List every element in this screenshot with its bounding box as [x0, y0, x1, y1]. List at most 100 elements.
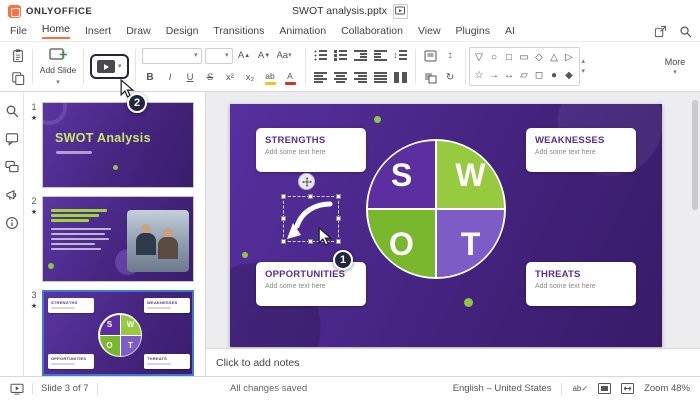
- language-selector[interactable]: English – United States: [453, 383, 552, 394]
- menu-plugins[interactable]: Plugins: [456, 25, 490, 39]
- shape-rectangle-icon[interactable]: ▭: [519, 53, 528, 63]
- selection-handle[interactable]: [336, 239, 341, 244]
- menu-design[interactable]: Design: [166, 25, 199, 39]
- chat-icon[interactable]: [4, 160, 19, 174]
- menu-insert[interactable]: Insert: [85, 25, 111, 39]
- feedback-icon[interactable]: [5, 188, 19, 202]
- selection-handle[interactable]: [336, 216, 341, 221]
- quadrant-strengths[interactable]: S: [368, 141, 435, 208]
- dropdown-chevron-icon[interactable]: ▾: [118, 63, 122, 70]
- fit-width-icon[interactable]: [621, 383, 635, 394]
- shapes-gallery[interactable]: ▽ ○ □ ▭ ◇ △ ▷ ☆ → ↔ ▱ ◻ ● ◆: [468, 47, 580, 86]
- find-icon[interactable]: [5, 104, 19, 118]
- strikethrough-button[interactable]: S: [202, 69, 219, 86]
- gallery-scroll-up-icon[interactable]: ▴: [582, 58, 586, 65]
- align-center-icon[interactable]: [332, 69, 349, 86]
- selection-handle[interactable]: [281, 239, 286, 244]
- shape-arrow-icon[interactable]: →: [489, 71, 499, 81]
- columns-icon[interactable]: [392, 69, 409, 86]
- rotate-shape-icon[interactable]: ↻: [442, 69, 459, 86]
- menu-ai[interactable]: AI: [505, 25, 515, 39]
- spellcheck-icon[interactable]: ab✓: [572, 384, 588, 393]
- selection-handle[interactable]: [336, 194, 341, 199]
- move-shape-icon[interactable]: [298, 173, 315, 190]
- menu-transitions[interactable]: Transitions: [213, 25, 264, 39]
- selection-handle[interactable]: [281, 216, 286, 221]
- zoom-control[interactable]: Zoom 48%: [644, 383, 690, 394]
- italic-button[interactable]: I: [162, 69, 179, 86]
- about-icon[interactable]: [5, 216, 19, 230]
- menu-file[interactable]: File: [10, 25, 27, 39]
- comments-icon[interactable]: [5, 132, 19, 146]
- shape-double-arrow-icon[interactable]: ↔: [504, 71, 514, 81]
- shape-diamond-filled-icon[interactable]: ◆: [565, 71, 573, 81]
- more-button[interactable]: More ▾: [656, 45, 694, 88]
- slide-2-thumbnail[interactable]: [42, 196, 194, 282]
- align-justify-icon[interactable]: [372, 69, 389, 86]
- shape-parallelogram-icon[interactable]: ▱: [520, 71, 528, 81]
- menu-animation[interactable]: Animation: [279, 25, 326, 39]
- notes-placeholder[interactable]: Click to add notes: [216, 357, 299, 369]
- vertical-align-icon[interactable]: [422, 47, 439, 64]
- shape-circle-icon[interactable]: ○: [491, 53, 497, 63]
- shape-dot-icon[interactable]: ●: [551, 71, 557, 81]
- copy-icon[interactable]: [9, 69, 26, 86]
- increase-indent-icon[interactable]: [372, 47, 389, 64]
- line-spacing-icon[interactable]: ↕: [392, 47, 409, 64]
- shape-square-outline-icon[interactable]: ◻: [535, 71, 543, 81]
- add-slide-button[interactable]: Add Slide ▾: [36, 45, 80, 88]
- menu-view[interactable]: View: [418, 25, 441, 39]
- shape-square-icon[interactable]: □: [506, 53, 512, 63]
- shape-triangle-down-icon[interactable]: ▽: [475, 53, 483, 63]
- menu-collaboration[interactable]: Collaboration: [341, 25, 403, 39]
- gallery-scroll-down-icon[interactable]: ▾: [582, 68, 586, 75]
- slide-3-thumbnail-selected[interactable]: STRENGTHS WEAKNESSES OPPORTUNITIES THREA…: [42, 290, 194, 376]
- decrease-indent-icon[interactable]: [352, 47, 369, 64]
- change-case-icon[interactable]: Aa ▾: [276, 47, 293, 64]
- paste-icon[interactable]: [9, 47, 26, 64]
- start-slideshow-icon[interactable]: [10, 383, 24, 395]
- file-location-icon[interactable]: [654, 25, 667, 38]
- shape-triangle-right-icon[interactable]: ▷: [565, 53, 573, 63]
- shape-triangle-icon[interactable]: △: [550, 53, 558, 63]
- shape-diamond-icon[interactable]: ◇: [535, 53, 543, 63]
- bold-button[interactable]: B: [142, 69, 159, 86]
- font-size-select[interactable]: ▾: [204, 47, 233, 64]
- quadrant-weaknesses[interactable]: W: [437, 141, 504, 208]
- font-name-select[interactable]: ▾: [141, 47, 202, 64]
- insert-media-button[interactable]: ▾: [90, 54, 129, 79]
- weaknesses-card[interactable]: WEAKNESSES Add some text here: [526, 128, 636, 172]
- bullet-list-icon[interactable]: [312, 47, 329, 64]
- numbered-list-icon[interactable]: [332, 47, 349, 64]
- opportunities-card[interactable]: OPPORTUNITIES Add some text here: [256, 262, 366, 306]
- menu-home[interactable]: Home: [41, 23, 70, 39]
- selection-handle[interactable]: [281, 194, 286, 199]
- swot-circle[interactable]: S W O T: [366, 139, 506, 279]
- decrease-font-icon[interactable]: A ▼: [256, 47, 273, 64]
- superscript-button[interactable]: x²: [222, 69, 239, 86]
- shape-star-icon[interactable]: ☆: [475, 71, 484, 81]
- align-left-icon[interactable]: [312, 69, 329, 86]
- current-slide[interactable]: STRENGTHS Add some text here WEAKNESSES …: [230, 104, 662, 347]
- increase-font-icon[interactable]: A ▲: [236, 47, 253, 64]
- canvas-scrollbar[interactable]: [692, 100, 698, 210]
- notes-pane[interactable]: Click to add notes: [206, 348, 700, 376]
- fit-slide-icon[interactable]: [598, 383, 612, 394]
- quadrant-threats[interactable]: T: [437, 210, 504, 277]
- highlight-color-button[interactable]: ab: [262, 69, 279, 86]
- strengths-card[interactable]: STRENGTHS Add some text here: [256, 128, 366, 172]
- font-color-button[interactable]: A: [282, 69, 299, 86]
- align-right-icon[interactable]: [352, 69, 369, 86]
- subscript-button[interactable]: x₂: [242, 69, 259, 86]
- arrange-shape-icon[interactable]: [422, 69, 439, 86]
- selection-handle[interactable]: [308, 239, 313, 244]
- document-title[interactable]: SWOT analysis.pptx: [292, 5, 387, 17]
- quadrant-opportunities[interactable]: O: [368, 210, 435, 277]
- search-icon[interactable]: [679, 25, 692, 38]
- selection-handle[interactable]: [308, 194, 313, 199]
- start-slideshow-icon[interactable]: [392, 3, 408, 19]
- slide-1-thumbnail[interactable]: SWOT Analysis: [42, 102, 194, 188]
- text-direction-icon[interactable]: ↕: [442, 47, 459, 64]
- threats-card[interactable]: THREATS Add some text here: [526, 262, 636, 306]
- underline-button[interactable]: U: [182, 69, 199, 86]
